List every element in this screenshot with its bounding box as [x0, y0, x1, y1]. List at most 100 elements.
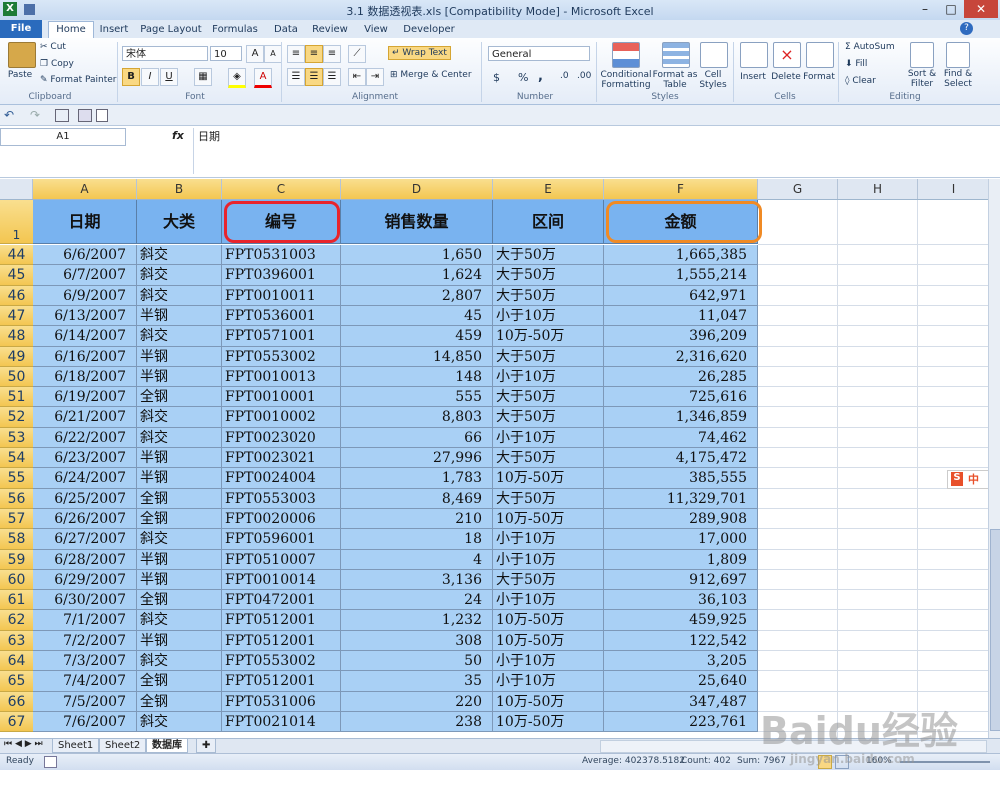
sheet-nav-first-icon[interactable]: ⏮ ◀ ▶ ⏭	[4, 739, 43, 749]
decrease-decimal-icon[interactable]: .00	[577, 71, 591, 81]
cell-code[interactable]: FPT0010014	[222, 570, 341, 590]
sheet-tab-1[interactable]: Sheet1	[52, 739, 100, 753]
cell-date[interactable]: 6/7/2007	[33, 265, 137, 286]
cell-amount[interactable]: 74,462	[604, 428, 758, 448]
cell-category[interactable]: 全钢	[137, 489, 222, 509]
vertical-scrollbar[interactable]	[988, 179, 1000, 739]
cell-date[interactable]: 6/6/2007	[33, 245, 137, 265]
increase-decimal-icon[interactable]: .0	[560, 71, 569, 81]
cell-quantity[interactable]: 555	[341, 387, 493, 407]
fill-color-icon[interactable]: ◈	[228, 68, 246, 88]
cell-code[interactable]: FPT0536001	[222, 306, 341, 326]
cell-quantity[interactable]: 2,807	[341, 286, 493, 306]
cell-amount[interactable]: 347,487	[604, 692, 758, 712]
column-header-f[interactable]: F	[604, 179, 758, 199]
cell-amount[interactable]: 725,616	[604, 387, 758, 407]
cut-button[interactable]: ✂ Cut	[40, 42, 66, 52]
cell-quantity[interactable]: 1,650	[341, 245, 493, 265]
paste-icon[interactable]	[8, 42, 36, 68]
fx-icon[interactable]: fx	[172, 129, 184, 142]
cell-range[interactable]: 10万-50万	[493, 326, 604, 347]
cell-range[interactable]: 大于50万	[493, 286, 604, 306]
cell-range[interactable]: 10万-50万	[493, 468, 604, 489]
column-header-b[interactable]: B	[137, 179, 222, 199]
cell-range[interactable]: 10万-50万	[493, 631, 604, 651]
cell-category[interactable]: 半钢	[137, 631, 222, 651]
cell-quantity[interactable]: 238	[341, 712, 493, 732]
cell-code[interactable]: FPT0510007	[222, 550, 341, 570]
row-header[interactable]: 49	[0, 347, 33, 367]
tab-view[interactable]: View	[358, 22, 394, 37]
cell-date[interactable]: 7/4/2007	[33, 671, 137, 692]
align-bottom-icon[interactable]: ≡	[323, 45, 341, 63]
cell-quantity[interactable]: 14,850	[341, 347, 493, 367]
header-cell-range[interactable]: 区间	[493, 200, 604, 244]
cell-code[interactable]: FPT0010013	[222, 367, 341, 387]
copy-button[interactable]: ❐ Copy	[40, 59, 74, 69]
format-button[interactable]: Format	[801, 72, 837, 82]
cell-range[interactable]: 大于50万	[493, 245, 604, 265]
row-header[interactable]: 65	[0, 671, 33, 692]
cell-date[interactable]: 6/19/2007	[33, 387, 137, 407]
cell-category[interactable]: 半钢	[137, 347, 222, 367]
comma-button[interactable]: ,	[538, 69, 543, 84]
column-header-e[interactable]: E	[493, 179, 604, 199]
cell-range[interactable]: 小于10万	[493, 367, 604, 387]
cell-code[interactable]: FPT0472001	[222, 590, 341, 610]
cell-amount[interactable]: 122,542	[604, 631, 758, 651]
cell-date[interactable]: 7/1/2007	[33, 610, 137, 631]
select-all-corner[interactable]	[0, 179, 33, 199]
cell-category[interactable]: 全钢	[137, 387, 222, 407]
column-header-c[interactable]: C	[222, 179, 341, 199]
increase-indent-icon[interactable]: ⇥	[366, 68, 384, 86]
font-size-combo[interactable]: 10	[210, 46, 242, 61]
merge-center-button[interactable]: ⊞ Merge & Center	[390, 70, 472, 80]
redo-icon[interactable]: ↷	[30, 108, 40, 122]
cell-category[interactable]: 半钢	[137, 468, 222, 489]
cell-quantity[interactable]: 24	[341, 590, 493, 610]
cell-code[interactable]: FPT0023020	[222, 428, 341, 448]
cell-category[interactable]: 斜交	[137, 245, 222, 265]
align-center-icon[interactable]: ☰	[305, 68, 323, 86]
cell-quantity[interactable]: 3,136	[341, 570, 493, 590]
tab-file[interactable]: File	[0, 20, 42, 38]
header-cell-quantity[interactable]: 销售数量	[341, 200, 493, 244]
cell-amount[interactable]: 11,329,701	[604, 489, 758, 509]
row-header[interactable]: 48	[0, 326, 33, 347]
tab-page-layout[interactable]: Page Layout	[140, 22, 202, 37]
cell-quantity[interactable]: 4	[341, 550, 493, 570]
print-preview-icon[interactable]	[55, 109, 69, 122]
tab-data[interactable]: Data	[268, 22, 304, 37]
cell-range[interactable]: 大于50万	[493, 265, 604, 286]
tab-developer[interactable]: Developer	[400, 22, 458, 37]
column-header-h[interactable]: H	[838, 179, 918, 199]
cell-category[interactable]: 半钢	[137, 306, 222, 326]
cell-date[interactable]: 6/28/2007	[33, 550, 137, 570]
cell-code[interactable]: FPT0531006	[222, 692, 341, 712]
row-header[interactable]: 55	[0, 468, 33, 489]
row-header[interactable]: 46	[0, 286, 33, 306]
cell-category[interactable]: 全钢	[137, 509, 222, 529]
cell-quantity[interactable]: 35	[341, 671, 493, 692]
row-header[interactable]: 67	[0, 712, 33, 732]
align-top-icon[interactable]: ≡	[287, 45, 305, 63]
cell-range[interactable]: 大于50万	[493, 387, 604, 407]
cell-range[interactable]: 10万-50万	[493, 712, 604, 732]
cell-amount[interactable]: 36,103	[604, 590, 758, 610]
cell-category[interactable]: 斜交	[137, 407, 222, 428]
cell-amount[interactable]: 1,665,385	[604, 245, 758, 265]
cell-amount[interactable]: 642,971	[604, 286, 758, 306]
align-right-icon[interactable]: ☰	[323, 68, 341, 86]
cell-amount[interactable]: 2,316,620	[604, 347, 758, 367]
scroll-thumb[interactable]	[990, 529, 1000, 731]
cell-date[interactable]: 6/24/2007	[33, 468, 137, 489]
cell-amount[interactable]: 11,047	[604, 306, 758, 326]
cell-quantity[interactable]: 8,469	[341, 489, 493, 509]
delete-cells-icon[interactable]: ×	[773, 42, 801, 68]
tab-review[interactable]: Review	[310, 22, 350, 37]
undo-icon[interactable]: ↶	[4, 108, 14, 122]
cell-code[interactable]: FPT0553003	[222, 489, 341, 509]
row-header[interactable]: 64	[0, 651, 33, 671]
cell-range[interactable]: 大于50万	[493, 570, 604, 590]
cell-category[interactable]: 斜交	[137, 529, 222, 550]
